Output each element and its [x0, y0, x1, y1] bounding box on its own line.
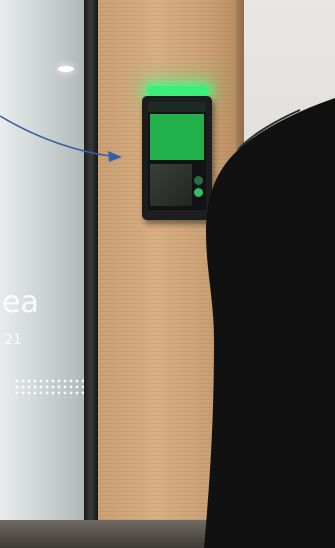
led-indicator — [147, 86, 209, 95]
glass-etched-year: 21 — [4, 332, 22, 348]
device-screen[interactable] — [148, 102, 206, 210]
screen-status-panel — [150, 114, 204, 160]
screen-action-button[interactable] — [194, 188, 203, 197]
screen-camera-view — [150, 164, 192, 206]
screen-top-bar — [148, 102, 206, 112]
photo-scene: ea 21 — [0, 0, 335, 548]
door-frame — [84, 0, 98, 548]
background-wall — [244, 0, 335, 548]
ceiling-light-reflection — [58, 66, 74, 72]
glass-etched-word: ea — [2, 285, 39, 320]
glass-door: ea 21 — [0, 0, 92, 548]
floor — [0, 520, 335, 548]
glass-dot-pattern — [14, 378, 84, 398]
screen-secondary-button[interactable] — [194, 176, 203, 185]
wood-column — [98, 0, 244, 548]
wood-column-edge — [236, 0, 244, 548]
